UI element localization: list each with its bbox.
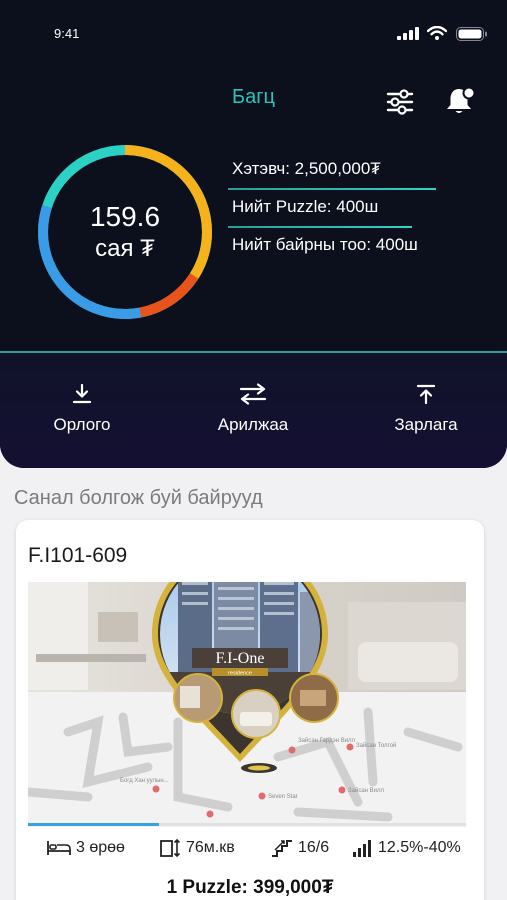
stairs-icon	[272, 840, 292, 857]
status-bar: 9:41	[0, 22, 507, 46]
stat-wallet: Хэтэвч: 2,500,000₮	[228, 152, 436, 190]
trade-button[interactable]: Арилжаа	[183, 383, 323, 435]
area-icon	[160, 838, 181, 858]
project-name: F.I-One	[216, 650, 265, 667]
listing-specs: 3 өрөө 76м.кв 16/6 12.5%-40%	[26, 835, 476, 861]
map-label-seven-star: Seven Star	[268, 794, 298, 800]
stats-list: Хэтэвч: 2,500,000₮ Нийт Puzzle: 400ш Ний…	[228, 152, 436, 266]
stat-total-apartments-label: Нийт байрны тоо: 400ш	[232, 235, 418, 254]
spec-area-value: 76м.кв	[186, 839, 235, 856]
listing-progress-fill	[28, 823, 160, 826]
wifi-icon	[427, 26, 447, 40]
spec-area: 76м.кв	[160, 835, 235, 861]
upload-icon	[416, 384, 436, 405]
bed-icon	[47, 841, 71, 855]
status-time: 9:41	[54, 26, 80, 41]
download-icon	[72, 383, 92, 404]
expense-label: Зарлага	[394, 415, 458, 434]
spec-return: 12.5%-40%	[352, 835, 461, 861]
stat-total-puzzle-label: Нийт Puzzle: 400ш	[232, 197, 379, 216]
spec-floor-value: 16/6	[298, 839, 330, 856]
listing-price: 1 Puzzle: 399,000₮	[166, 877, 334, 898]
spec-floor: 16/6	[270, 835, 329, 861]
balance-display: 159.6 сая ₮	[36, 200, 214, 264]
battery-icon	[456, 27, 487, 41]
income-button[interactable]: Орлого	[12, 383, 152, 435]
listing-image: Зайсан Толгой Зайсан Гардэн Вилл Seven S…	[28, 582, 466, 827]
cellular-signal-icon	[397, 27, 419, 40]
expense-button[interactable]: Зарлага	[356, 383, 496, 435]
map-label-zaisan-villa: Зайсан Вилл	[348, 787, 384, 794]
stat-total-apartments: Нийт байрны тоо: 400ш	[228, 228, 436, 266]
map-label-bogd-khan: Богд Хан уулын...	[120, 778, 169, 784]
balance-value: 159.6	[89, 201, 161, 232]
trade-label: Арилжаа	[217, 415, 289, 434]
filter-sliders-icon[interactable]	[386, 88, 414, 116]
income-label: Орлого	[53, 415, 111, 434]
map-label-zaisan-garden: Зайсан Гардэн Вилл	[298, 737, 356, 744]
signal-bars-icon	[353, 840, 371, 857]
action-bar: Орлого Арилжаа Зарлага	[0, 353, 507, 468]
balance-unit: сая ₮	[95, 235, 155, 262]
project-subtitle: residence	[228, 671, 252, 677]
stat-total-puzzle: Нийт Puzzle: 400ш	[228, 190, 436, 228]
notification-bell-icon[interactable]	[444, 86, 476, 116]
page-title: Багц	[232, 86, 275, 108]
section-title: Санал болгож буй байрууд	[14, 487, 263, 509]
spec-rooms: 3 өрөө	[46, 835, 125, 861]
swap-arrows-icon	[239, 383, 267, 405]
spec-rooms-value: 3 өрөө	[76, 839, 125, 856]
listing-code: F.I101-609	[28, 544, 128, 567]
portfolio-header: 9:41 Багц 159.6 сая ₮ Хэтэвч: 2,500,000₮…	[0, 0, 507, 468]
listing-card[interactable]: F.I101-609 Зайсан Толгой Зайсан Гардэн В…	[16, 520, 484, 900]
stat-wallet-label: Хэтэвч: 2,500,000₮	[232, 159, 381, 178]
spec-return-value: 12.5%-40%	[378, 839, 461, 856]
map-label-zaisan-hill: Зайсан Толгой	[356, 742, 396, 749]
